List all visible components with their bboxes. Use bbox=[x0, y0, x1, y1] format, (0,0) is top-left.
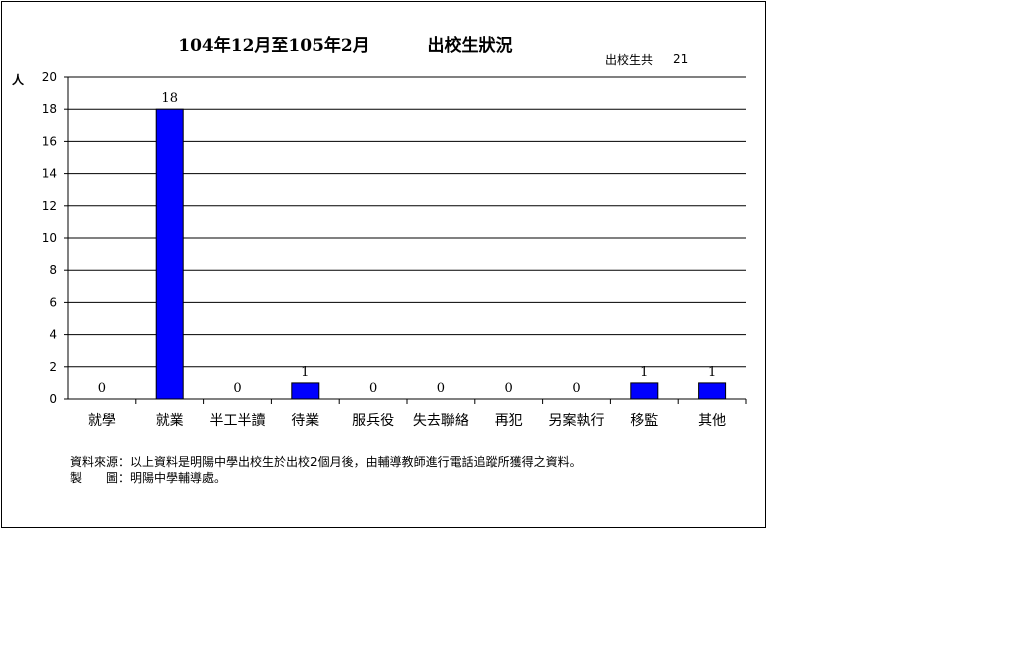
chart-title: 104年12月至105年2月 bbox=[178, 35, 369, 56]
bar-chart: 104年12月至105年2月 出校生狀況 出校生共 21 人 024681012… bbox=[12, 35, 747, 429]
y-tick-label: 4 bbox=[49, 328, 57, 342]
data-label: 0 bbox=[505, 381, 513, 396]
y-tick-label: 6 bbox=[49, 295, 57, 309]
bar bbox=[155, 108, 184, 400]
data-label: 1 bbox=[640, 365, 648, 380]
total-label: 出校生共 bbox=[605, 52, 653, 67]
data-label: 1 bbox=[708, 365, 716, 380]
chart-subtitle: 出校生狀況 bbox=[428, 35, 513, 56]
data-label: 1 bbox=[301, 365, 309, 380]
data-labels: 0 18 0 1 0 0 0 0 1 1 bbox=[98, 91, 716, 396]
y-tick-label: 12 bbox=[42, 199, 57, 213]
x-tick-label: 服兵役 bbox=[352, 413, 394, 429]
y-tick-label: 20 bbox=[42, 70, 57, 84]
bar bbox=[698, 382, 727, 400]
x-tick-label: 就學 bbox=[88, 413, 116, 429]
data-label: 18 bbox=[161, 91, 178, 106]
maker-note: 製 圖：明陽中學輔導處。 bbox=[70, 471, 227, 485]
y-tick-label: 14 bbox=[42, 167, 57, 181]
x-tick-label: 其他 bbox=[698, 413, 726, 429]
y-axis-label: 人 bbox=[12, 72, 25, 87]
total-value: 21 bbox=[673, 52, 688, 66]
data-label: 0 bbox=[437, 381, 445, 396]
x-tick-labels: 就學 就業 半工半讀 待業 服兵役 失去聯絡 再犯 另案執行 移監 其他 bbox=[88, 399, 747, 429]
y-tick-labels: 0 2 4 6 8 10 12 14 16 18 20 bbox=[42, 70, 57, 406]
x-tick-label: 移監 bbox=[630, 412, 658, 429]
y-tick-label: 8 bbox=[49, 263, 57, 277]
data-label: 0 bbox=[369, 381, 377, 396]
y-tick-label: 10 bbox=[42, 231, 57, 245]
x-tick-label: 待業 bbox=[291, 413, 319, 429]
x-tick-label: 失去聯絡 bbox=[413, 413, 469, 429]
bars bbox=[155, 108, 727, 400]
x-tick-label: 半工半讀 bbox=[210, 413, 266, 429]
data-label: 0 bbox=[572, 381, 580, 396]
bar bbox=[630, 382, 659, 400]
data-label: 0 bbox=[98, 381, 106, 396]
chart-notes: 資料來源：以上資料是明陽中學出校生於出校2個月後，由輔導教師進行電話追蹤所獲得之… bbox=[70, 454, 582, 486]
y-tick-label: 0 bbox=[49, 392, 57, 406]
y-tick-label: 2 bbox=[49, 360, 57, 374]
y-tick-label: 18 bbox=[42, 102, 57, 116]
y-tick-label: 16 bbox=[42, 134, 57, 148]
x-tick-label: 就業 bbox=[156, 413, 184, 429]
bar bbox=[291, 382, 320, 400]
x-tick-label: 再犯 bbox=[495, 413, 523, 429]
data-label: 0 bbox=[233, 381, 241, 396]
source-note: 資料來源：以上資料是明陽中學出校生於出校2個月後，由輔導教師進行電話追蹤所獲得之… bbox=[70, 455, 582, 469]
x-tick-label: 另案執行 bbox=[549, 412, 605, 429]
